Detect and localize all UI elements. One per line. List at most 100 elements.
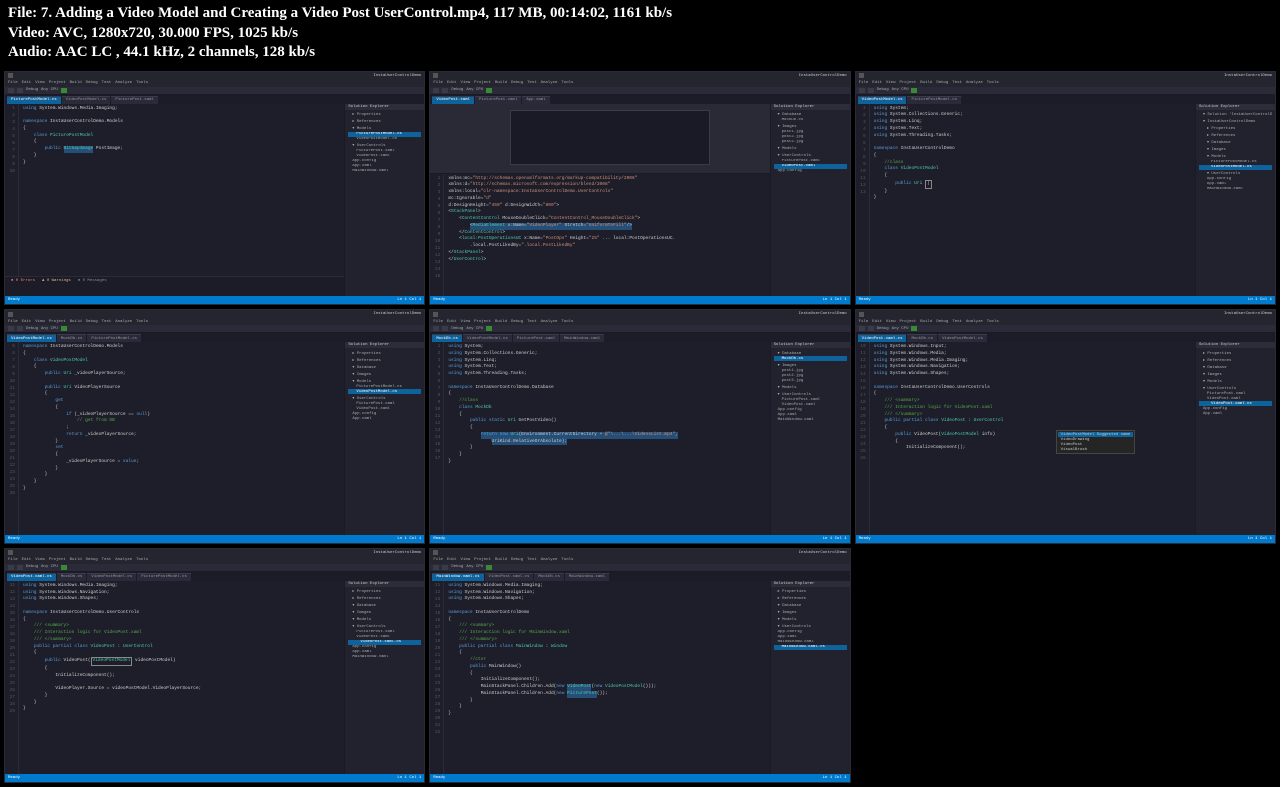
tree-item[interactable]: ▾ Solution 'InstaUserControlDemo': [1199, 111, 1272, 118]
start-button[interactable]: [61, 326, 67, 331]
menu-item[interactable]: Test: [527, 558, 537, 562]
start-button[interactable]: [911, 326, 917, 331]
nav-back-button[interactable]: [859, 326, 865, 331]
solution-explorer[interactable]: Solution Explorer▾ Database MockDb.cs▾ I…: [770, 342, 850, 535]
code-editor[interactable]: 12345678910111213using System; using Sys…: [856, 104, 1195, 297]
menu-item[interactable]: Analyze: [115, 81, 132, 85]
menu-item[interactable]: Project: [49, 320, 66, 324]
platform-dropdown[interactable]: Any CPU: [41, 327, 58, 331]
save-button[interactable]: [442, 565, 448, 570]
config-dropdown[interactable]: Debug: [451, 565, 463, 569]
document-tab[interactable]: VideoPostModel.cs: [858, 96, 907, 104]
menu-item[interactable]: Debug: [511, 558, 523, 562]
code-editor[interactable]: 1234567891011121314151617using System; u…: [430, 342, 769, 535]
tree-item[interactable]: ▾ Database: [774, 602, 847, 609]
tree-item[interactable]: ▸ References: [774, 595, 847, 602]
menu-item[interactable]: Edit: [22, 320, 32, 324]
tree-item[interactable]: ▾ Database: [348, 602, 421, 609]
menu-item[interactable]: Project: [474, 81, 491, 85]
menu-item[interactable]: View: [35, 81, 45, 85]
start-button[interactable]: [911, 88, 917, 93]
document-tab[interactable]: App.xaml: [522, 96, 549, 104]
menu-item[interactable]: File: [859, 81, 869, 85]
menu-item[interactable]: File: [8, 320, 18, 324]
tree-item[interactable]: ▾ UserControls: [774, 390, 847, 397]
code-content[interactable]: xmlns:mc="http://schemas.openxmlformats.…: [444, 174, 769, 297]
code-content[interactable]: using System.Windows.Media.Imaging; usin…: [19, 581, 344, 774]
menu-item[interactable]: Debug: [936, 320, 948, 324]
save-button[interactable]: [17, 565, 23, 570]
completion-item[interactable]: VisualBrush: [1058, 447, 1134, 452]
solution-explorer[interactable]: Solution Explorer▾ Solution 'InstaUserCo…: [1195, 104, 1275, 297]
solution-explorer[interactable]: Solution Explorer▸ Properties▸ Reference…: [344, 104, 424, 297]
tree-item[interactable]: MainWindow.xaml: [348, 655, 421, 660]
tree-item[interactable]: ▾ UserControls: [348, 623, 421, 630]
save-button[interactable]: [442, 326, 448, 331]
menu-item[interactable]: View: [35, 558, 45, 562]
menu-item[interactable]: Test: [102, 81, 112, 85]
document-tab[interactable]: PicturePostModel.cs: [87, 334, 141, 342]
menu-item[interactable]: Tools: [136, 81, 148, 85]
config-dropdown[interactable]: Debug: [26, 327, 38, 331]
menu-item[interactable]: Edit: [447, 320, 457, 324]
tree-item[interactable]: App.xaml: [348, 416, 421, 421]
menu-item[interactable]: Test: [527, 81, 537, 85]
tree-item[interactable]: ▾ UserControls: [774, 152, 847, 159]
platform-dropdown[interactable]: Any CPU: [466, 565, 483, 569]
solution-tree[interactable]: ▸ Properties▸ References▾ Database▾ Imag…: [1196, 348, 1275, 417]
menu-item[interactable]: Debug: [936, 81, 948, 85]
save-button[interactable]: [17, 326, 23, 331]
solution-explorer[interactable]: Solution Explorer▸ Properties▸ Reference…: [344, 581, 424, 774]
platform-dropdown[interactable]: Any CPU: [892, 327, 909, 331]
menu-item[interactable]: Build: [920, 81, 932, 85]
tree-item[interactable]: App.xaml: [1199, 411, 1272, 416]
tree-item[interactable]: MainWindow.xaml.cs: [774, 645, 847, 650]
solution-explorer[interactable]: Solution Explorer▾ Database MockDb.cs▾ I…: [770, 104, 850, 297]
menu-item[interactable]: File: [8, 81, 18, 85]
tree-item[interactable]: ▾ Database: [1199, 363, 1272, 370]
document-tab[interactable]: PicturePost.xaml: [513, 334, 559, 342]
menu-item[interactable]: Edit: [872, 81, 882, 85]
platform-dropdown[interactable]: Any CPU: [41, 565, 58, 569]
tree-item[interactable]: ▸ Properties: [348, 111, 421, 118]
document-tab[interactable]: VideoPostModel.cs: [938, 334, 987, 342]
config-dropdown[interactable]: Debug: [877, 327, 889, 331]
completion-item[interactable]: VideoPostModel Suggested name: [1058, 432, 1134, 437]
menu-item[interactable]: View: [461, 320, 471, 324]
save-button[interactable]: [868, 88, 874, 93]
tree-item[interactable]: ▾ UserControls: [774, 623, 847, 630]
menu-item[interactable]: Debug: [511, 81, 523, 85]
document-tab[interactable]: VideoPost.xaml: [432, 96, 474, 104]
document-tab[interactable]: VideoPostModel.cs: [87, 573, 136, 581]
nav-back-button[interactable]: [8, 565, 14, 570]
menu-item[interactable]: File: [433, 558, 443, 562]
document-tab[interactable]: MainWindow.xaml.cs: [432, 573, 483, 581]
tree-item[interactable]: ▸ Properties: [1199, 349, 1272, 356]
config-dropdown[interactable]: Debug: [451, 88, 463, 92]
menu-item[interactable]: Build: [920, 320, 932, 324]
tree-item[interactable]: ▾ UserControls: [348, 142, 421, 149]
document-tab[interactable]: MockDb.cs: [57, 334, 87, 342]
solution-explorer[interactable]: Solution Explorer▸ Properties▸ Reference…: [770, 581, 850, 774]
document-tab[interactable]: PicturePostModel.cs: [907, 96, 961, 104]
menu-item[interactable]: Analyze: [966, 81, 983, 85]
menu-item[interactable]: Test: [102, 320, 112, 324]
menu-item[interactable]: Debug: [86, 558, 98, 562]
code-editor[interactable]: 1112131415161718192021222324252627282930…: [430, 581, 769, 774]
tree-item[interactable]: ▸ Properties: [348, 588, 421, 595]
menu-item[interactable]: Build: [495, 320, 507, 324]
intellisense-popup[interactable]: VideoPostModel Suggested nameVideoDrawin…: [1056, 430, 1136, 454]
tree-item[interactable]: ▾ Models: [774, 145, 847, 152]
start-button[interactable]: [486, 88, 492, 93]
menu-item[interactable]: File: [433, 320, 443, 324]
solution-explorer[interactable]: Solution Explorer▸ Properties▸ Reference…: [344, 342, 424, 535]
menu-item[interactable]: Build: [70, 81, 82, 85]
menu-item[interactable]: View: [461, 558, 471, 562]
menu-item[interactable]: Analyze: [541, 81, 558, 85]
menu-item[interactable]: View: [35, 320, 45, 324]
designer-canvas[interactable]: [510, 110, 710, 165]
menu-item[interactable]: Tools: [561, 81, 573, 85]
errors-tab[interactable]: ● 0 Errors: [9, 279, 37, 283]
xaml-designer[interactable]: [430, 104, 769, 174]
menu-item[interactable]: Tools: [561, 320, 573, 324]
